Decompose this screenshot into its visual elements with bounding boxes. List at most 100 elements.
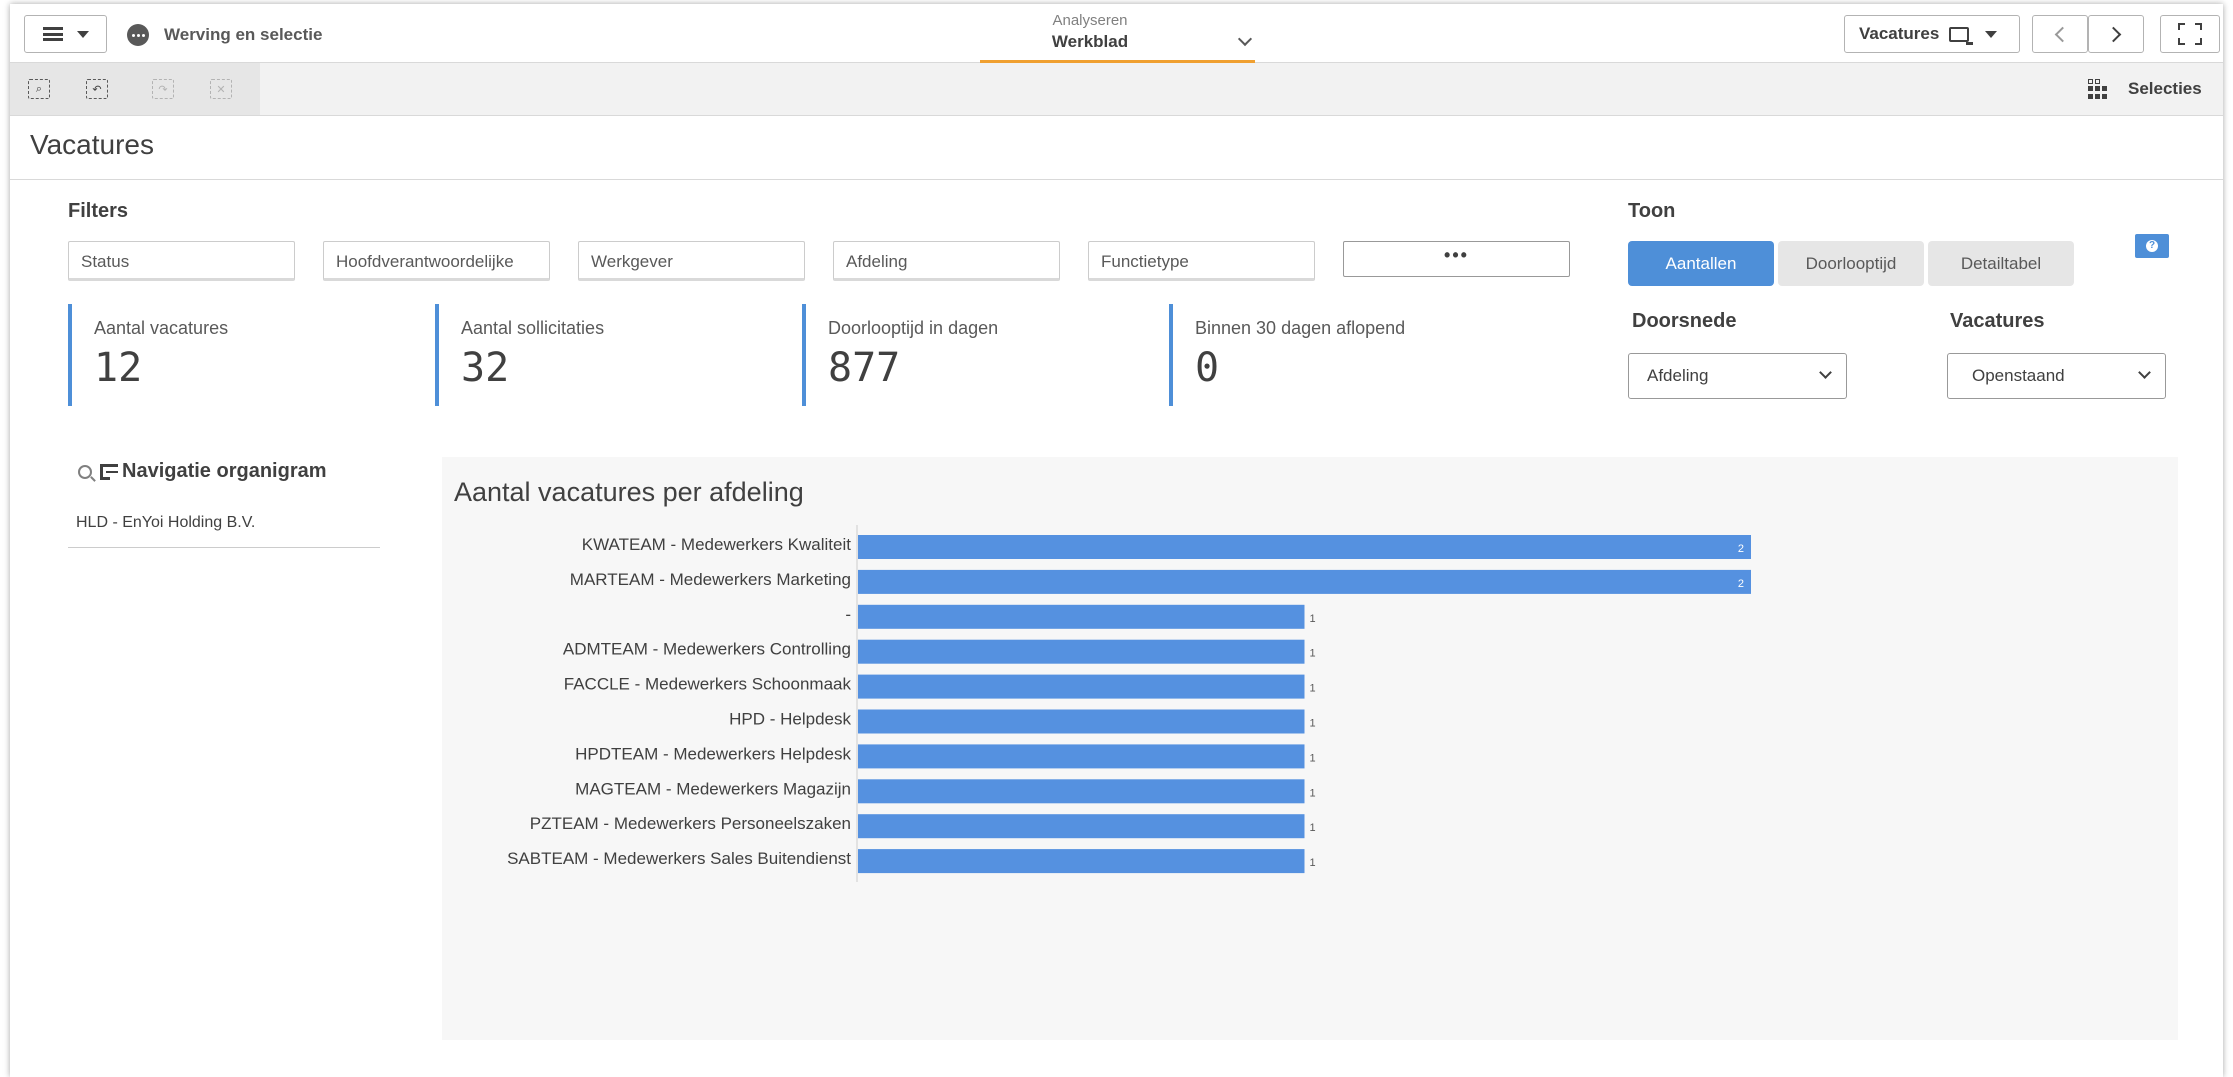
mode-sub-label: Analyseren bbox=[1052, 12, 1128, 29]
bar[interactable] bbox=[858, 639, 1305, 664]
kpi-value: 32 bbox=[461, 345, 510, 391]
category-label[interactable]: FACCLE - Medewerkers Schoonmaak bbox=[564, 675, 852, 694]
doorsnede-heading: Doorsnede bbox=[1632, 310, 1737, 332]
step-back-icon[interactable]: ↶ bbox=[86, 79, 108, 99]
bar-value-label: 1 bbox=[1310, 718, 1316, 730]
fullscreen-button[interactable] bbox=[2160, 15, 2220, 53]
toon-detailtabel-button[interactable]: Detailtabel bbox=[1928, 241, 2074, 286]
hamburger-icon bbox=[42, 27, 63, 41]
chart-panel: Aantal vacatures per afdeling KWATEAM - … bbox=[442, 457, 2178, 1040]
kpi-aantal-vacatures: Aantal vacatures 12 bbox=[68, 304, 408, 406]
chevron-down-icon bbox=[1819, 366, 1832, 379]
bar[interactable] bbox=[858, 674, 1305, 699]
main-menu-button[interactable] bbox=[24, 15, 107, 53]
kpi-label: Aantal sollicitaties bbox=[461, 318, 605, 338]
organigram-item[interactable]: HLD - EnYoi Holding B.V. bbox=[68, 514, 380, 548]
previous-sheet-button[interactable] bbox=[2032, 15, 2088, 53]
category-label[interactable]: HPDTEAM - Medewerkers Helpdesk bbox=[575, 744, 851, 763]
bar[interactable] bbox=[858, 849, 1305, 874]
bar[interactable] bbox=[858, 744, 1305, 769]
toon-doorlooptijd-button[interactable]: Doorlooptijd bbox=[1778, 241, 1924, 286]
category-label[interactable]: KWATEAM - Medewerkers Kwaliteit bbox=[582, 535, 851, 554]
chevron-down-icon bbox=[1237, 31, 1253, 47]
bar-value-label: 1 bbox=[1310, 613, 1316, 625]
kpi-value: 877 bbox=[828, 345, 901, 391]
vacatures-heading: Vacatures bbox=[1950, 310, 2045, 332]
top-toolbar: Werving en selectie Analyseren Werkblad … bbox=[10, 4, 2223, 63]
title-divider bbox=[10, 179, 2223, 180]
bar-chart: KWATEAM - Medewerkers Kwaliteit 2 MARTEAM … bbox=[507, 525, 1751, 882]
category-label[interactable]: MAGTEAM - Medewerkers Magazijn bbox=[575, 779, 851, 798]
chevron-left-icon bbox=[2054, 26, 2071, 42]
caret-down-icon bbox=[76, 30, 89, 38]
kpi-value: 0 bbox=[1195, 345, 1220, 391]
navigation-title: Navigatie organigram bbox=[122, 460, 327, 482]
selections-label: Selecties bbox=[2128, 79, 2202, 98]
tree-list-icon bbox=[98, 463, 118, 480]
fullscreen-icon bbox=[2178, 23, 2202, 45]
filter-hoofdverantwoordelijke[interactable]: Hoofdverantwoordelijke bbox=[323, 241, 550, 281]
bar[interactable] bbox=[858, 779, 1305, 804]
filter-afdeling[interactable]: Afdeling bbox=[833, 241, 1060, 281]
category-label[interactable]: PZTEAM - Medewerkers Personeelszaken bbox=[530, 814, 851, 833]
selections-button[interactable]: Selecties bbox=[2070, 63, 2223, 115]
kpi-aantal-sollicitaties: Aantal sollicitaties 32 bbox=[435, 304, 775, 406]
step-forward-icon[interactable]: ↷ bbox=[152, 79, 174, 99]
sheet-selector-button[interactable]: Vacatures bbox=[1844, 15, 2020, 53]
selections-grid-icon bbox=[2088, 79, 2108, 99]
app-window: Werving en selectie Analyseren Werkblad … bbox=[10, 4, 2223, 1077]
app-title: Werving en selectie bbox=[164, 25, 323, 44]
bar-value-label: 2 bbox=[1738, 543, 1744, 555]
selection-tools: ⌕ ↶ ↷ ✕ bbox=[10, 63, 260, 115]
category-label[interactable]: - bbox=[845, 605, 851, 624]
vacatures-select[interactable]: Openstaand bbox=[1947, 353, 2166, 399]
more-filters-button[interactable]: ••• bbox=[1343, 241, 1570, 277]
next-sheet-button[interactable] bbox=[2088, 15, 2144, 53]
toon-heading: Toon bbox=[1628, 200, 1676, 222]
kpi-label: Aantal vacatures bbox=[94, 318, 229, 338]
bar-value-label: 1 bbox=[1310, 648, 1316, 660]
doorsnede-select[interactable]: Afdeling bbox=[1628, 353, 1847, 399]
smart-search-icon[interactable]: ⌕ bbox=[28, 79, 50, 99]
bar-value-label: 2 bbox=[1738, 578, 1744, 590]
kpi-binnen-30-dagen: Binnen 30 dagen aflopend 0 bbox=[1169, 304, 1509, 406]
filters-heading: Filters bbox=[68, 200, 129, 222]
toon-aantallen-button[interactable]: Aantallen bbox=[1628, 241, 1774, 286]
monitor-icon bbox=[1949, 26, 1974, 45]
category-label[interactable]: SABTEAM - Medewerkers Sales Buitendienst bbox=[507, 849, 851, 868]
doorsnede-selected-value: Afdeling bbox=[1647, 366, 1709, 385]
chevron-right-icon bbox=[2105, 26, 2122, 42]
chevron-down-icon bbox=[2138, 366, 2151, 379]
caret-down-icon bbox=[1985, 30, 1998, 38]
kpi-value: 12 bbox=[94, 345, 143, 391]
filter-werkgever[interactable]: Werkgever bbox=[578, 241, 805, 281]
bar-value-label: 1 bbox=[1310, 857, 1316, 869]
bar-value-label: 1 bbox=[1310, 683, 1316, 695]
clear-selections-icon[interactable]: ✕ bbox=[210, 79, 232, 99]
kpi-label: Binnen 30 dagen aflopend bbox=[1195, 318, 1406, 338]
bar[interactable] bbox=[858, 604, 1305, 629]
category-label[interactable]: MARTEAM - Medewerkers Marketing bbox=[570, 570, 851, 589]
bar[interactable] bbox=[858, 709, 1305, 734]
filter-functietype[interactable]: Functietype bbox=[1088, 241, 1315, 281]
category-label[interactable]: HPD - Helpdesk bbox=[729, 710, 851, 729]
bar-value-label: 1 bbox=[1310, 822, 1316, 834]
navigation-heading: Navigatie organigram bbox=[78, 460, 327, 483]
mode-main-label: Werkblad bbox=[1051, 32, 1129, 51]
bar-value-label: 1 bbox=[1310, 787, 1316, 799]
bar[interactable] bbox=[858, 535, 1751, 559]
kpi-doorlooptijd: Doorlooptijd in dagen 877 bbox=[802, 304, 1142, 406]
vacatures-selected-value: Openstaand bbox=[1972, 366, 2065, 385]
kpi-label: Doorlooptijd in dagen bbox=[828, 318, 999, 338]
filter-status[interactable]: Status bbox=[68, 241, 295, 281]
search-icon[interactable] bbox=[78, 464, 92, 479]
sheet-title: Vacatures bbox=[30, 129, 154, 160]
help-button[interactable]: ? bbox=[2135, 234, 2169, 258]
help-icon: ? bbox=[2146, 240, 2158, 252]
bar[interactable] bbox=[858, 814, 1305, 839]
bar[interactable] bbox=[858, 569, 1751, 594]
sheet-selector-label: Vacatures bbox=[1859, 24, 1940, 43]
app-more-icon[interactable] bbox=[127, 24, 149, 46]
category-label[interactable]: ADMTEAM - Medewerkers Controlling bbox=[563, 640, 851, 659]
mode-selector[interactable]: Analyseren Werkblad bbox=[980, 4, 1255, 63]
